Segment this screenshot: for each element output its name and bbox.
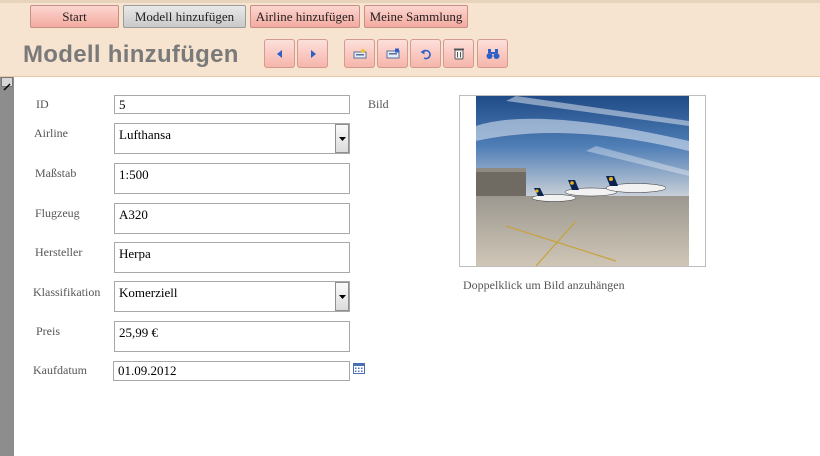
calendar-icon <box>353 363 365 374</box>
new-record-icon <box>353 48 366 58</box>
airline-label: Airline <box>34 126 68 140</box>
klassifikation-dropdown[interactable]: Komerziell <box>114 281 350 312</box>
chevron-down-icon <box>338 136 346 141</box>
date-picker-button[interactable] <box>353 361 365 379</box>
flugzeug-label: Flugzeug <box>35 206 80 220</box>
current-record-indicator <box>1 77 13 91</box>
preis-label: Preis <box>36 324 60 338</box>
new-record-button[interactable] <box>344 39 375 68</box>
tab-meine-sammlung[interactable]: Meine Sammlung <box>364 5 468 28</box>
hersteller-field[interactable]: Herpa <box>114 242 350 273</box>
record-selector-bar[interactable] <box>0 77 14 456</box>
form-header: Start Modell hinzufügen Airline hinzufüg… <box>0 0 820 77</box>
klassifikation-label: Klassifikation <box>33 285 101 299</box>
save-record-button[interactable] <box>377 39 408 68</box>
pencil-icon <box>3 83 11 91</box>
bild-label: Bild <box>368 97 389 111</box>
arrow-right-icon <box>310 49 316 58</box>
kaufdatum-label: Kaufdatum <box>33 363 87 377</box>
chevron-down-icon <box>338 294 346 299</box>
flugzeug-field[interactable]: A320 <box>114 203 350 234</box>
previous-record-button[interactable] <box>264 39 295 68</box>
page-title: Modell hinzufügen <box>23 41 239 68</box>
massstab-field[interactable]: 1:500 <box>114 163 350 194</box>
preis-field[interactable]: 25,99 € <box>114 321 350 352</box>
find-button[interactable] <box>477 39 508 68</box>
arrow-left-icon <box>276 49 282 58</box>
airline-dropdown[interactable]: Lufthansa <box>114 123 350 154</box>
aircraft-photo <box>476 96 689 266</box>
airline-dropdown-button[interactable] <box>335 124 349 153</box>
massstab-label: Maßstab <box>35 166 77 180</box>
next-record-button[interactable] <box>297 39 328 68</box>
undo-button[interactable] <box>410 39 441 68</box>
find-binoculars-icon <box>486 48 499 59</box>
kaufdatum-field[interactable]: 01.09.2012 <box>113 361 350 381</box>
delete-icon <box>453 48 464 60</box>
id-field[interactable]: 5 <box>114 95 350 114</box>
id-label: ID <box>36 97 49 111</box>
image-caption: Doppelklick um Bild anzuhängen <box>463 278 625 292</box>
klassifikation-dropdown-button[interactable] <box>335 282 349 311</box>
aircraft-image-frame[interactable] <box>459 95 706 267</box>
undo-icon <box>420 49 431 59</box>
tab-airline-hinzufuegen[interactable]: Airline hinzufügen <box>250 5 360 28</box>
delete-button[interactable] <box>443 39 474 68</box>
save-record-icon <box>386 48 399 58</box>
hersteller-label: Hersteller <box>35 245 83 259</box>
header-top-border <box>0 0 820 3</box>
tab-modell-hinzufuegen[interactable]: Modell hinzufügen <box>123 5 246 28</box>
tab-start[interactable]: Start <box>30 5 119 28</box>
